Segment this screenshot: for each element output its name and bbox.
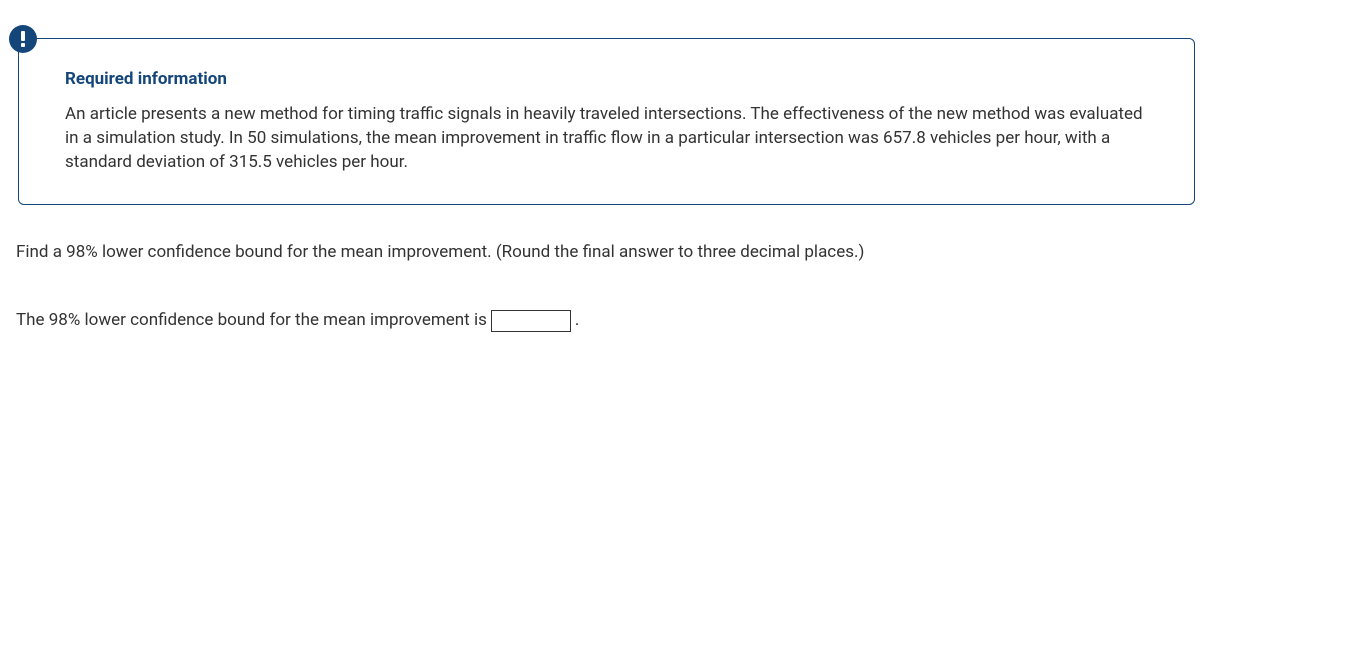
answer-input[interactable]	[491, 310, 571, 332]
info-body: An article presents a new method for tim…	[65, 103, 1154, 174]
question-text: Find a 98% lower confidence bound for th…	[16, 241, 1195, 265]
answer-suffix: .	[575, 309, 579, 333]
required-info-box: Required information An article presents…	[18, 38, 1195, 205]
answer-prefix: The 98% lower confidence bound for the m…	[16, 309, 487, 333]
exclamation-icon	[9, 25, 37, 53]
info-title: Required information	[65, 69, 1154, 89]
answer-line: The 98% lower confidence bound for the m…	[16, 309, 1195, 333]
